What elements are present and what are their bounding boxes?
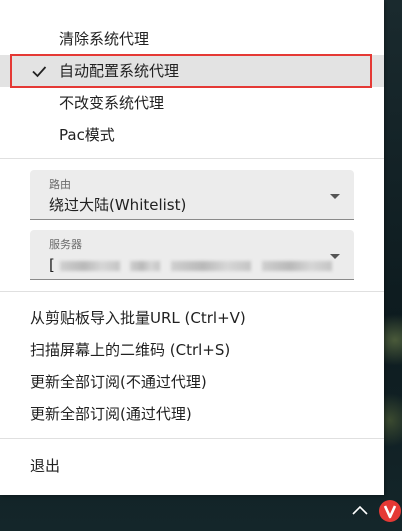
- routing-select-label: 路由: [49, 178, 71, 191]
- menu-item-update-subscriptions-direct[interactable]: 更新全部订阅(不通过代理): [0, 366, 384, 398]
- menu-item-update-subscriptions-proxy[interactable]: 更新全部订阅(通过代理): [0, 398, 384, 430]
- menu-item-label: 从剪贴板导入批量URL (Ctrl+V): [30, 309, 246, 327]
- checkmark-icon: [32, 66, 47, 78]
- tray-context-menu: 清除系统代理 自动配置系统代理 不改变系统代理 Pac模式 路由 绕过大陆(Wh…: [0, 0, 384, 495]
- menu-item-keep-system-proxy[interactable]: 不改变系统代理: [0, 87, 384, 119]
- routing-select-value: 绕过大陆(Whitelist): [49, 196, 187, 214]
- server-select[interactable]: 服务器 [: [30, 230, 354, 280]
- menu-divider: [0, 438, 384, 439]
- menu-item-pac-mode[interactable]: Pac模式: [0, 119, 384, 151]
- menu-item-label: 退出: [30, 457, 61, 475]
- menu-item-label: 清除系统代理: [59, 30, 150, 48]
- menu-item-label: 不改变系统代理: [59, 94, 165, 112]
- menu-item-import-clipboard[interactable]: 从剪贴板导入批量URL (Ctrl+V): [0, 302, 384, 334]
- system-tray: [0, 495, 402, 531]
- server-select-label: 服务器: [49, 238, 82, 251]
- menu-item-exit[interactable]: 退出: [0, 450, 384, 482]
- dropdown-arrow-icon: [330, 254, 340, 259]
- server-select-value: [: [49, 256, 332, 274]
- menu-item-label: 自动配置系统代理: [59, 62, 180, 80]
- menu-item-auto-system-proxy[interactable]: 自动配置系统代理: [0, 55, 384, 87]
- redacted-text: [59, 260, 120, 271]
- menu-item-label: 更新全部订阅(通过代理): [30, 405, 192, 423]
- v-logo-icon: [383, 505, 397, 519]
- menu-item-label: 更新全部订阅(不通过代理): [30, 373, 207, 391]
- routing-select[interactable]: 路由 绕过大陆(Whitelist): [30, 170, 354, 220]
- v2rayn-icon[interactable]: [379, 500, 401, 522]
- menu-item-label: Pac模式: [59, 126, 115, 144]
- server-value-prefix: [: [49, 256, 55, 274]
- menu-item-clear-system-proxy[interactable]: 清除系统代理: [0, 23, 384, 55]
- menu-divider: [0, 291, 384, 292]
- menu-divider: [0, 158, 384, 159]
- menu-item-scan-qrcode[interactable]: 扫描屏幕上的二维码 (Ctrl+S): [0, 334, 384, 366]
- redacted-text: [171, 260, 252, 271]
- redacted-text: [130, 260, 161, 271]
- menu-item-label: 扫描屏幕上的二维码 (Ctrl+S): [30, 341, 231, 359]
- dropdown-arrow-icon: [330, 194, 340, 199]
- chevron-up-icon[interactable]: [351, 503, 369, 517]
- redacted-text: [261, 260, 332, 271]
